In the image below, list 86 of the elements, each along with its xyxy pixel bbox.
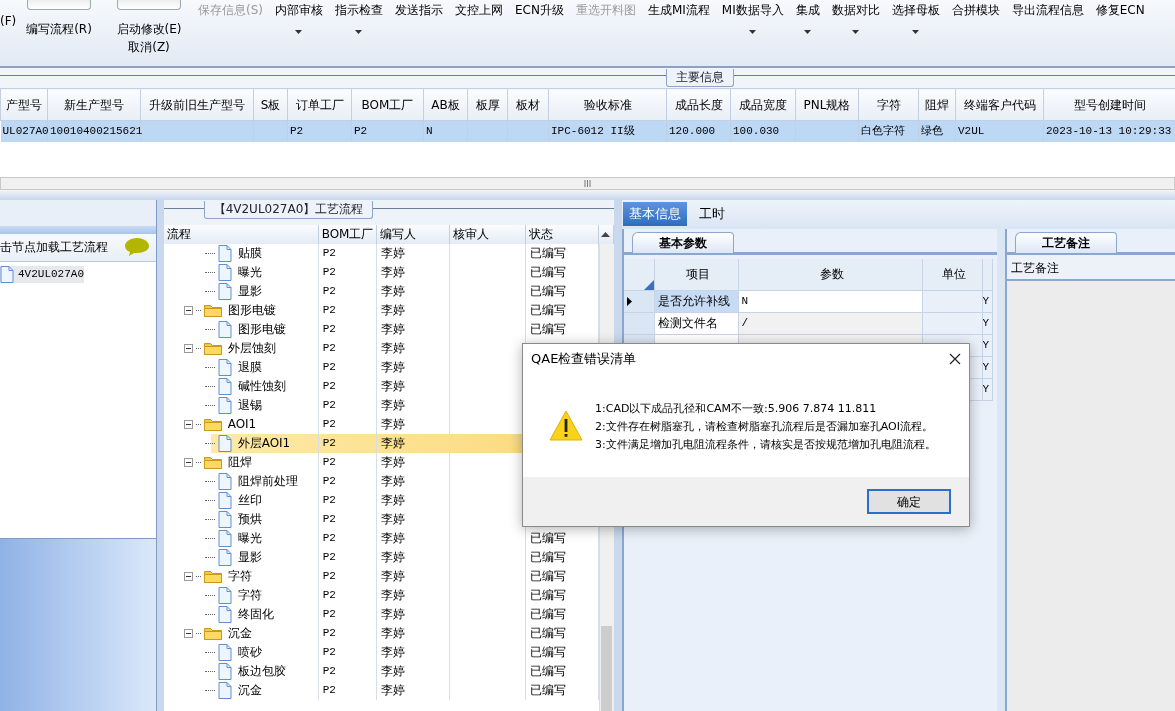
table-cell: P2	[354, 125, 368, 137]
table-cell: P2	[322, 436, 336, 449]
table-cell: 李婷	[380, 492, 405, 507]
table-cell: 已编写	[529, 663, 566, 678]
table-cell: Y	[982, 312, 993, 335]
table-cell: 李婷	[380, 625, 405, 640]
table-cell: Y	[982, 356, 993, 379]
table-cell: 李婷	[380, 283, 405, 298]
table-cell: 李婷	[380, 435, 405, 450]
table-cell: IPC-6012 II级	[551, 125, 635, 137]
table-cell: 白色字符	[861, 125, 905, 137]
table-cell: P2	[322, 284, 336, 297]
table-cell: Y	[982, 290, 993, 313]
table-cell: P2	[322, 265, 336, 278]
table-cell: 已编写	[529, 549, 566, 564]
table-cell: 李婷	[380, 397, 405, 412]
table-cell: 已编写	[529, 606, 566, 621]
table-cell: P2	[322, 303, 336, 316]
table-cell: 李婷	[380, 530, 405, 545]
table-cell: N	[426, 125, 433, 137]
table-cell: 李婷	[380, 663, 405, 678]
table-cell: /	[738, 312, 923, 335]
table-cell: P2	[322, 246, 336, 259]
table-cell: 李婷	[380, 587, 405, 602]
table-cell: 绿色	[921, 125, 943, 137]
table-cell: 已编写	[529, 530, 566, 545]
table-cell: 李婷	[380, 378, 405, 393]
table-cell: P2	[322, 360, 336, 373]
table-cell: P2	[322, 379, 336, 392]
table-cell: 已编写	[529, 568, 566, 583]
table-cell: P2	[322, 455, 336, 468]
table-cell: 100.030	[733, 125, 780, 137]
table-cell: P2	[322, 550, 336, 563]
field-label: 工艺备注	[1010, 260, 1059, 275]
table-cell: P2	[322, 588, 336, 601]
table-cell: Y	[982, 378, 993, 401]
table-cell: P2	[322, 531, 336, 544]
table-cell: 李婷	[380, 644, 405, 659]
table-cell: P2	[290, 125, 304, 137]
table-cell: 2023-10-13 10:29:33	[1046, 125, 1172, 137]
table-cell: P2	[322, 626, 336, 639]
table-cell: 已编写	[529, 321, 566, 336]
table-cell: P2	[322, 683, 336, 696]
table-cell: 李婷	[380, 302, 405, 317]
table-cell: Y	[982, 334, 993, 357]
toolbar-text: (F)	[0, 13, 18, 30]
table-cell: UL027A0	[2, 125, 49, 137]
table-cell: N	[738, 290, 923, 313]
table-cell: 10010400215621	[50, 125, 143, 137]
table-cell: P2	[322, 398, 336, 411]
table-cell: 李婷	[380, 359, 405, 374]
table-cell: 已编写	[529, 682, 566, 697]
table-cell: 李婷	[380, 340, 405, 355]
table-cell: 李婷	[380, 511, 405, 526]
table-cell: 李婷	[380, 321, 405, 336]
table-cell: P2	[322, 569, 336, 582]
table-cell: 已编写	[529, 264, 566, 279]
table-cell: 李婷	[380, 264, 405, 279]
table-cell: P2	[322, 512, 336, 525]
table-cell: 李婷	[380, 416, 405, 431]
table-cell: 李婷	[380, 245, 405, 260]
table-cell: P2	[322, 664, 336, 677]
table-cell: 李婷	[380, 568, 405, 583]
table-cell: 李婷	[380, 473, 405, 488]
table-cell: 120.000	[669, 125, 716, 137]
table-cell: P2	[322, 493, 336, 506]
table-cell: 李婷	[380, 606, 405, 621]
table-cell: P2	[322, 322, 336, 335]
table-cell: 已编写	[529, 587, 566, 602]
table-cell: 李婷	[380, 682, 405, 697]
table-cell: V2UL	[958, 125, 985, 137]
table-cell: 已编写	[529, 644, 566, 659]
table-cell: 已编写	[529, 283, 566, 298]
error-message: 1:CAD以下成品孔径和CAM不一致:5.906 7.874 11.811	[595, 400, 878, 417]
table-cell: P2	[322, 607, 336, 620]
table-cell: P2	[322, 417, 336, 430]
table-cell: P2	[322, 341, 336, 354]
table-cell: 李婷	[380, 549, 405, 564]
table-cell: P2	[322, 645, 336, 658]
panel-hint: 击节点加载工艺流程	[0, 239, 108, 256]
error-message: 2:文件存在树脂塞孔，请检查树脂塞孔流程后是否漏加塞孔AOI流程。	[595, 418, 934, 435]
table-cell: 已编写	[529, 245, 566, 260]
table-cell: 已编写	[529, 302, 566, 317]
table-cell: 已编写	[529, 625, 566, 640]
table-cell: 李婷	[380, 454, 405, 469]
table-cell: P2	[322, 474, 336, 487]
